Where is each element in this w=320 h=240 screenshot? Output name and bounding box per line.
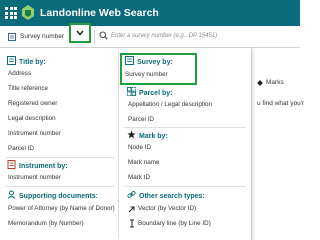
option-mark-node-id[interactable]: Node ID	[128, 143, 151, 153]
boundary-line-icon	[130, 219, 134, 228]
option-parcel-id[interactable]: Parcel ID	[128, 115, 154, 125]
survey-by-header: Survey by:	[125, 56, 173, 68]
separator	[6, 186, 114, 187]
option-title-address[interactable]: Address	[8, 69, 31, 79]
app-grid-icon[interactable]	[5, 7, 17, 19]
separator	[124, 127, 246, 128]
option-mark-name[interactable]: Mark name	[128, 158, 160, 168]
option-survey-number[interactable]: Survey number	[125, 70, 168, 80]
arrow-up-right-icon	[128, 206, 135, 213]
option-instrument-number[interactable]: Instrument number	[8, 173, 61, 183]
parcel-by-header: Parcel by:	[127, 87, 172, 99]
separator	[124, 186, 246, 187]
star-icon	[127, 130, 136, 139]
option-title-parcel-id[interactable]: Parcel ID	[8, 144, 34, 154]
survey-icon	[125, 56, 134, 65]
option-power-of-attorney[interactable]: Power of Attorney (by Name of Donor)	[8, 204, 115, 214]
supporting-documents-header: Supporting documents:	[7, 190, 98, 202]
top-bar: Landonline Web Search	[0, 0, 300, 26]
search-input[interactable]: Enter a survey number (e.g., DP 15451)	[111, 31, 217, 41]
search-divider	[94, 30, 95, 44]
option-title-reference[interactable]: Title reference	[8, 84, 48, 94]
background-text: u find what you'r	[257, 100, 305, 107]
option-vector[interactable]: Vector (by Vector ID)	[138, 204, 196, 214]
option-mark-id[interactable]: Mark ID	[128, 173, 150, 183]
document-icon	[8, 33, 16, 41]
column-divider	[118, 52, 119, 238]
search-icon	[99, 31, 108, 40]
option-title-legal-description[interactable]: Legal description	[8, 114, 56, 124]
link-icon	[127, 190, 136, 199]
option-title-registered-owner[interactable]: Registered owner	[8, 99, 57, 109]
option-title-instrument-number[interactable]: Instrument number	[8, 129, 61, 139]
option-parcel-appellation[interactable]: Appellation / Legal description	[128, 100, 212, 110]
instrument-by-header: Instrument by:	[7, 160, 68, 172]
marks-icon	[257, 80, 263, 86]
marks-label: Marks	[266, 79, 284, 86]
user-icon	[7, 190, 16, 199]
separator	[6, 157, 114, 158]
chevron-down-icon	[76, 30, 84, 36]
search-type-label[interactable]: Survey number	[20, 31, 64, 42]
option-boundary-line[interactable]: Boundary line (by Line ID)	[138, 219, 211, 229]
map-icon	[7, 56, 16, 65]
logo-icon	[22, 5, 34, 20]
title-by-header: Title by:	[7, 56, 46, 68]
app-title: Landonline Web Search	[40, 7, 159, 19]
instrument-document-icon	[7, 160, 16, 169]
parcel-icon	[127, 87, 136, 96]
other-search-types-header: Other search types:	[127, 190, 205, 202]
search-type-dropdown-button[interactable]	[69, 23, 91, 43]
mark-by-header: Mark by:	[127, 130, 168, 142]
option-memorandum[interactable]: Memorandum (by Number)	[8, 219, 84, 229]
